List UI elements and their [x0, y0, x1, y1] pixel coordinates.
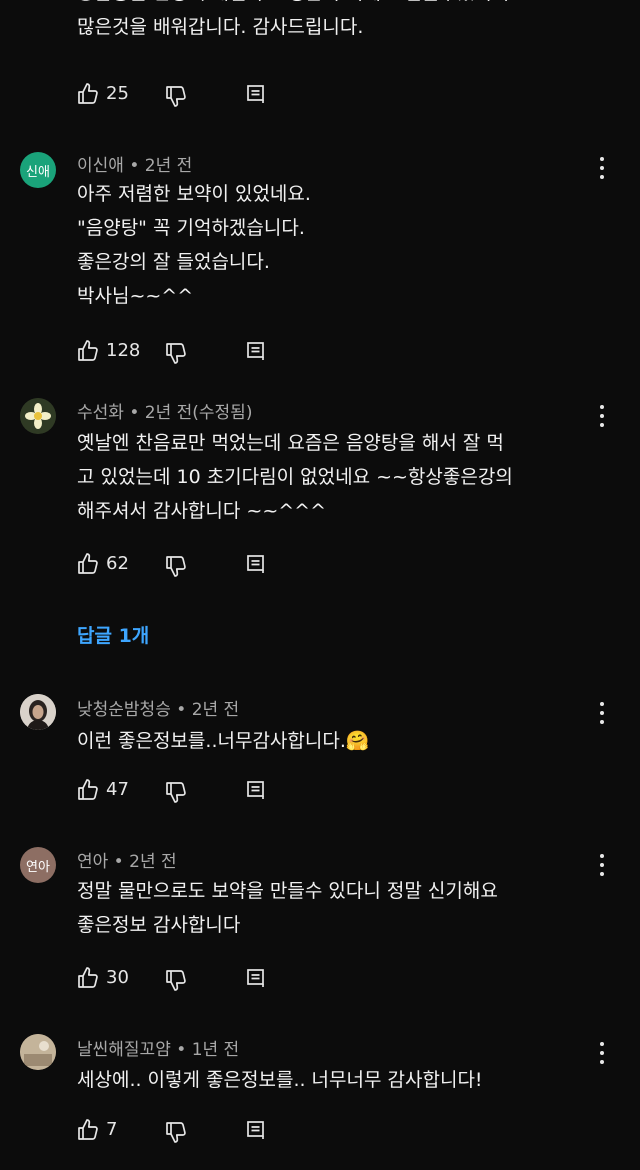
comment-time[interactable]: 1년 전 — [192, 1040, 240, 1060]
like-count: 25 — [106, 83, 129, 104]
comment-time[interactable]: 2년 전 — [192, 700, 240, 720]
like-count: 128 — [106, 340, 141, 361]
avatar-initials: 연아 — [26, 859, 50, 875]
like-count: 7 — [106, 1119, 118, 1140]
comment-actions: 47 — [76, 778, 276, 806]
like-icon[interactable] — [76, 778, 100, 802]
comment-text-content: 이런 좋은정보를..너무감사합니다. — [77, 730, 346, 752]
like-icon[interactable] — [76, 82, 100, 106]
like-icon[interactable] — [76, 552, 100, 576]
comment-text: 이런 좋은정보를..너무감사합니다.🤗 — [77, 724, 607, 758]
comment-time[interactable]: 2년 전 — [145, 156, 193, 176]
author-name[interactable]: 수선화 — [77, 403, 124, 423]
dislike-icon[interactable] — [164, 1120, 188, 1144]
comment-meta: 낮청순밤청승 • 2년 전 — [77, 700, 240, 720]
daffodil-icon[interactable] — [20, 398, 56, 434]
reply-icon[interactable] — [246, 84, 266, 104]
author-name[interactable]: 연아 — [77, 852, 108, 872]
comment-time[interactable]: 2년 전(수정됨) — [145, 403, 253, 423]
comment-meta: 날씬해질꼬얌 • 1년 전 — [77, 1040, 240, 1060]
dislike-icon[interactable] — [164, 341, 188, 365]
comment-actions: 128 — [76, 339, 276, 367]
reply-icon[interactable] — [246, 968, 266, 988]
author-name[interactable]: 날씬해질꼬얌 — [77, 1040, 171, 1060]
dislike-icon[interactable] — [164, 554, 188, 578]
view-replies-link[interactable]: 답글 1개 — [77, 621, 149, 648]
comment-text: 세상에.. 이렇게 좋은정보를.. 너무너무 감사합니다! — [77, 1069, 483, 1091]
more-options-icon[interactable] — [592, 1042, 612, 1064]
more-options-icon[interactable] — [592, 702, 612, 724]
avatar-initials: 신애 — [26, 164, 50, 180]
comment-meta: 수선화 • 2년 전(수정됨) — [77, 403, 253, 423]
author-name[interactable]: 이신애 — [77, 156, 124, 176]
dislike-icon[interactable] — [164, 84, 188, 108]
comment-meta: 이신애 • 2년 전 — [77, 156, 193, 176]
comment-text: 아주 저렴한 보약이 있었네요. "음양탕" 꼭 기억하겠습니다. 좋은강의 잘… — [77, 183, 311, 307]
like-icon[interactable] — [76, 1118, 100, 1142]
comment-actions: 62 — [76, 552, 276, 580]
reply-icon[interactable] — [246, 341, 266, 361]
profile-photo-icon[interactable] — [20, 1034, 56, 1070]
like-count: 47 — [106, 779, 129, 800]
comment-meta: 연아 • 2년 전 — [77, 852, 177, 872]
more-options-icon[interactable] — [592, 405, 612, 427]
like-count: 30 — [106, 967, 129, 988]
like-icon[interactable] — [76, 966, 100, 990]
comment-actions: 30 — [76, 966, 276, 994]
reply-icon[interactable] — [246, 780, 266, 800]
comment-text: 옛날엔 찬음료만 먹었는데 요즘은 음양탕을 해서 잘 먹 고 있었는데 10 … — [77, 432, 513, 522]
comment-actions: 7 — [76, 1118, 276, 1146]
reply-icon[interactable] — [246, 1120, 266, 1140]
avatar[interactable]: 연아 — [20, 847, 56, 883]
more-options-icon[interactable] — [592, 157, 612, 179]
comment-text: 정말 물만으로도 보약을 만들수 있다니 정말 신기해요 좋은정보 감사합니다 — [77, 880, 498, 936]
comment-actions: 25 — [76, 82, 276, 110]
avatar[interactable]: 신애 — [20, 152, 56, 188]
author-name[interactable]: 낮청순밤청승 — [77, 700, 171, 720]
dislike-icon[interactable] — [164, 968, 188, 992]
like-icon[interactable] — [76, 339, 100, 363]
hugging-face-emoji: 🤗 — [345, 730, 370, 752]
reply-icon[interactable] — [246, 554, 266, 574]
comment-time[interactable]: 2년 전 — [129, 852, 177, 872]
more-options-icon[interactable] — [592, 854, 612, 876]
profile-photo-icon[interactable] — [20, 694, 56, 730]
comment-text: 궁금중을 한방에 해결하고 생활의 지혜도 얻을수있어서 많은것을 배워갑니다.… — [77, 0, 509, 38]
dislike-icon[interactable] — [164, 780, 188, 804]
like-count: 62 — [106, 553, 129, 574]
